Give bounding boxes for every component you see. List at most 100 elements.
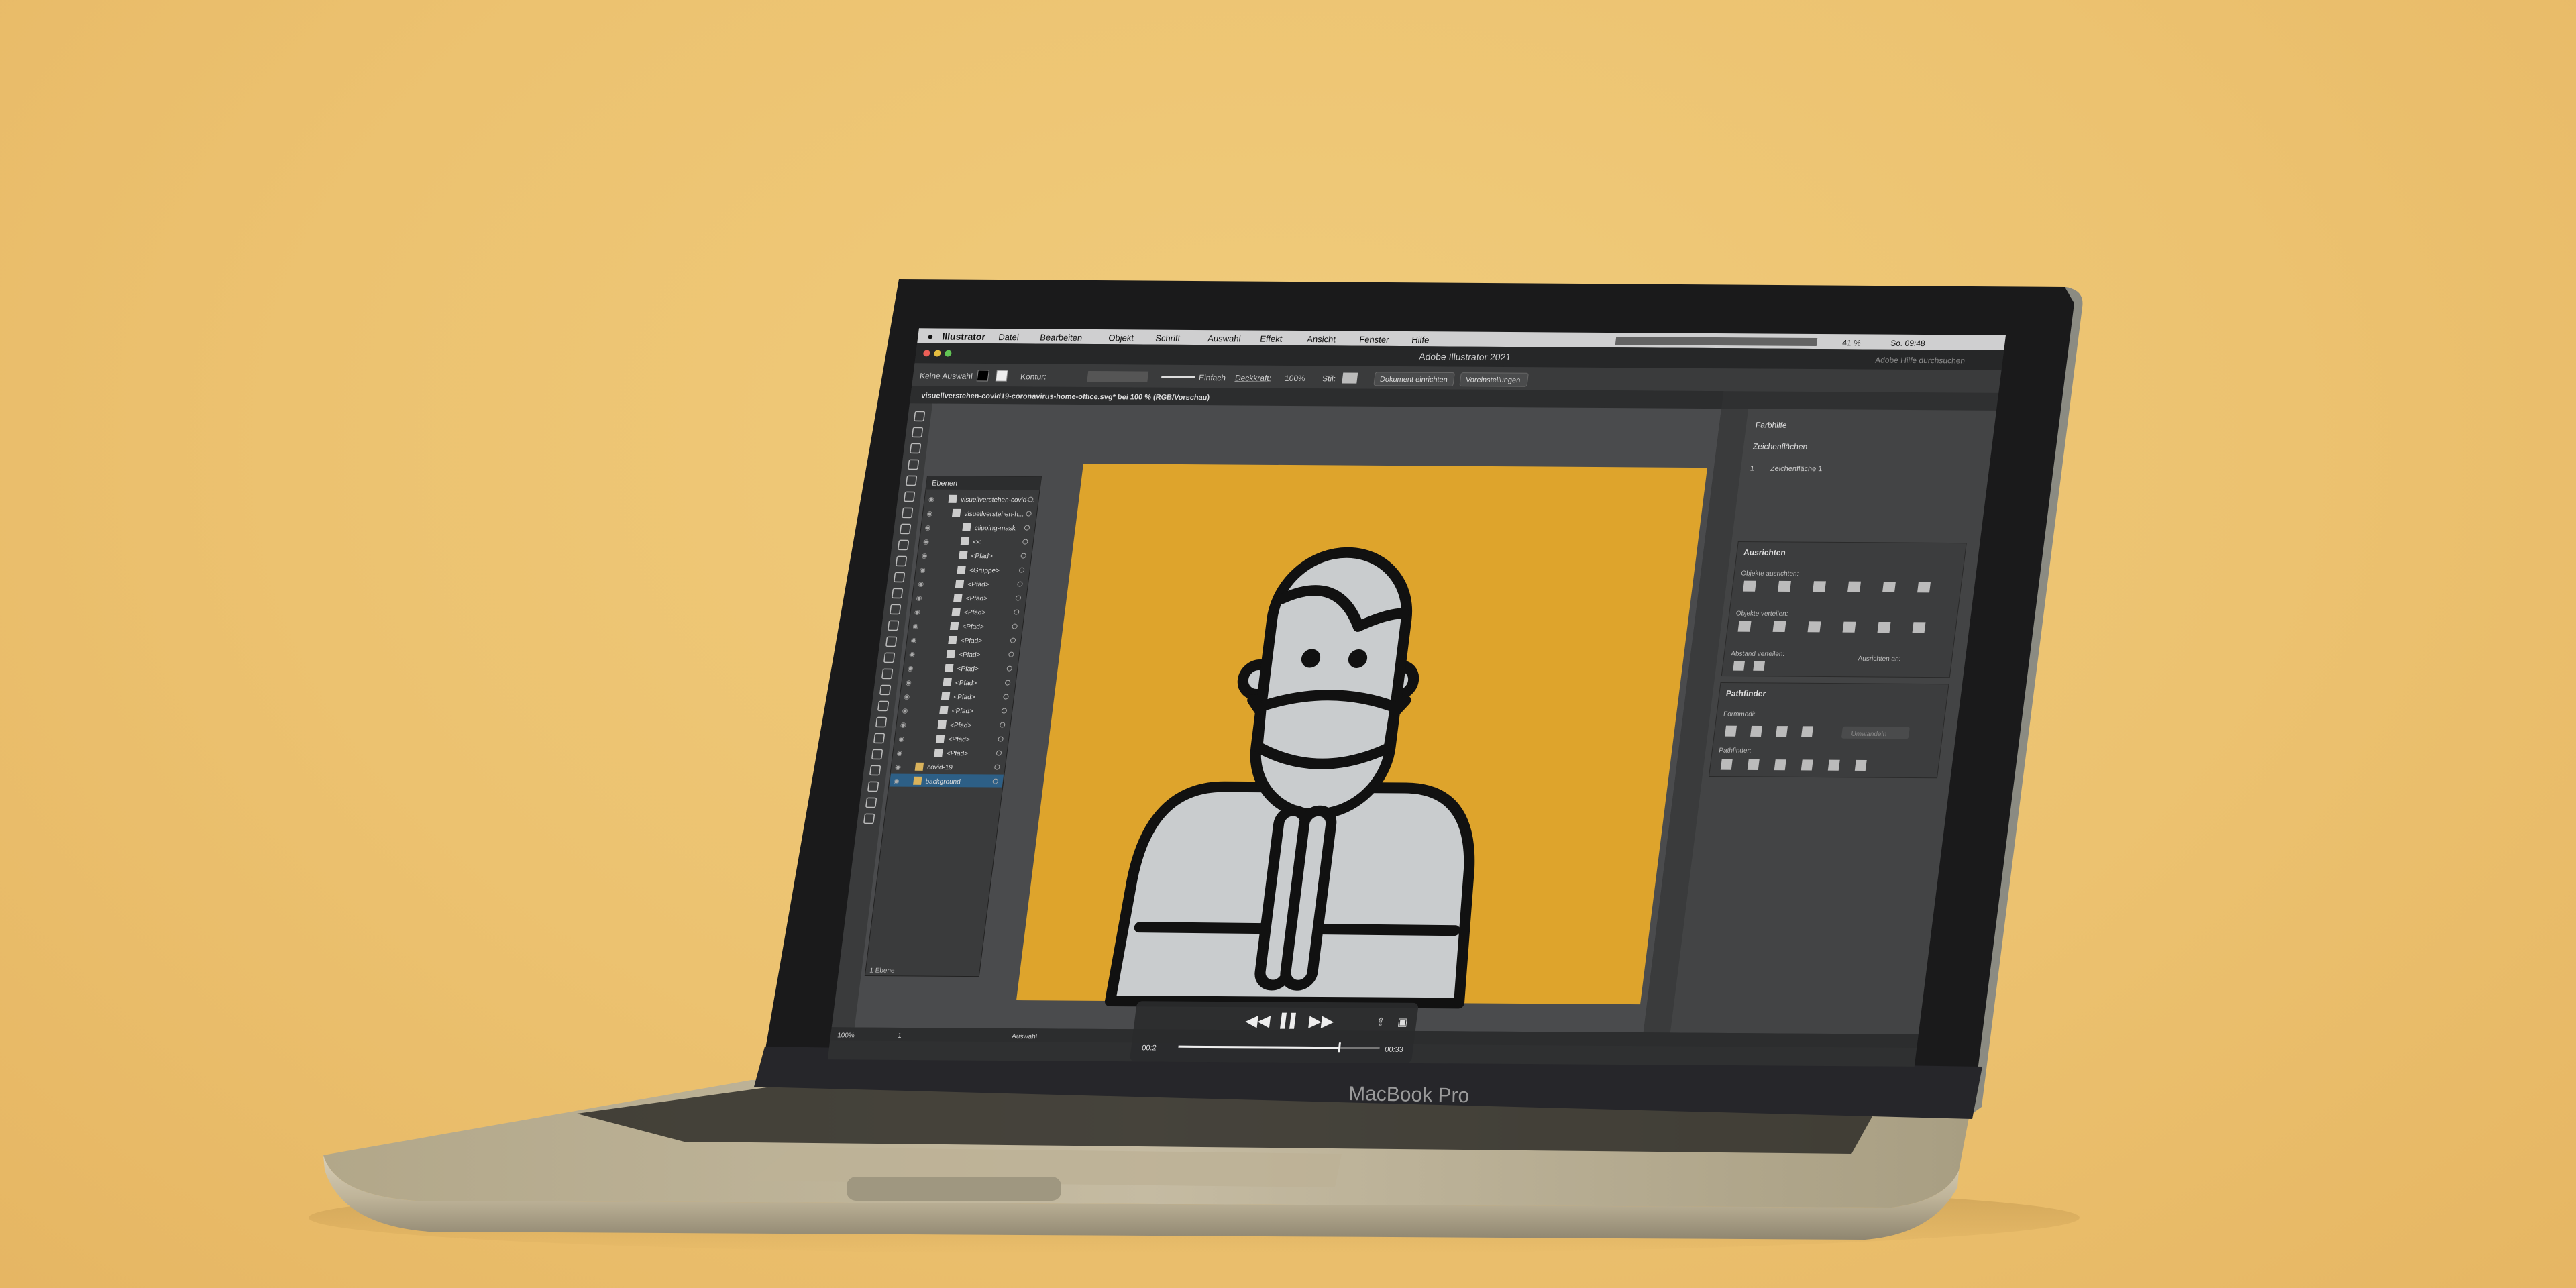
distribute-button-1[interactable]	[1772, 621, 1786, 633]
layer-name: <Pfad>	[953, 694, 976, 701]
share-icon[interactable]: ⇪	[1375, 1016, 1386, 1028]
fast-forward-icon[interactable]: ▶▶	[1308, 1012, 1336, 1030]
menu-item-8[interactable]: Hilfe	[1411, 335, 1430, 345]
fill-swatch[interactable]	[976, 370, 989, 382]
visibility-eye-icon[interactable]: ◉	[924, 525, 931, 532]
shape-mode-button-0[interactable]	[1725, 725, 1737, 737]
visibility-eye-icon[interactable]: ◉	[928, 496, 934, 504]
visibility-eye-icon[interactable]: ◉	[896, 750, 903, 757]
visibility-eye-icon[interactable]: ◉	[902, 708, 908, 715]
visibility-eye-icon[interactable]: ◉	[898, 736, 905, 743]
menu-item-5[interactable]: Effekt	[1260, 334, 1283, 344]
stroke-swatch[interactable]	[995, 370, 1008, 382]
visibility-eye-icon[interactable]: ◉	[895, 764, 902, 771]
align-button-3[interactable]	[1847, 581, 1861, 592]
visibility-eye-icon[interactable]: ◉	[919, 567, 926, 574]
visibility-eye-icon[interactable]: ◉	[923, 539, 930, 546]
align-button-2[interactable]	[1813, 581, 1826, 592]
align-to-label: Ausrichten an:	[1858, 655, 1901, 663]
shape-mode-button-2[interactable]	[1776, 726, 1788, 737]
distribute-button-4[interactable]	[1877, 621, 1891, 633]
preferences-label: Voreinstellungen	[1465, 376, 1521, 384]
distribute-button-5[interactable]	[1912, 622, 1926, 633]
visibility-eye-icon[interactable]: ◉	[910, 637, 917, 645]
visibility-eye-icon[interactable]: ◉	[918, 581, 924, 588]
video-time-current: 00:2	[1142, 1044, 1157, 1052]
menu-item-2[interactable]: Objekt	[1108, 333, 1135, 343]
tab-artboards[interactable]: Zeichenflächen	[1752, 442, 1808, 451]
visibility-eye-icon[interactable]: ◉	[926, 511, 933, 518]
shape-mode-button-3[interactable]	[1801, 726, 1813, 737]
layer-thumbnail	[953, 593, 963, 602]
opacity-label[interactable]: Deckkraft:	[1234, 373, 1272, 382]
front-notch	[847, 1177, 1061, 1201]
rewind-icon[interactable]: ◀◀	[1244, 1012, 1272, 1030]
visibility-eye-icon[interactable]: ◉	[907, 665, 914, 673]
layer-row[interactable]: ◉ background	[889, 773, 1004, 788]
menu-item-7[interactable]: Fenster	[1359, 335, 1391, 345]
visibility-eye-icon[interactable]: ◉	[904, 694, 910, 701]
layer-name: <Pfad>	[957, 665, 979, 673]
visibility-eye-icon[interactable]: ◉	[916, 595, 922, 602]
pathfinder-button-0[interactable]	[1720, 759, 1733, 770]
visibility-eye-icon[interactable]: ◉	[900, 722, 906, 729]
menu-item-4[interactable]: Auswahl	[1208, 333, 1242, 343]
visibility-eye-icon[interactable]: ◉	[912, 623, 919, 631]
video-time-total: 00:33	[1385, 1046, 1404, 1054]
visibility-eye-icon[interactable]: ◉	[914, 609, 920, 616]
pathfinder-button-2[interactable]	[1774, 759, 1786, 771]
distribute-button-2[interactable]	[1807, 621, 1821, 633]
pip-icon[interactable]: ▣	[1397, 1016, 1408, 1028]
zoom-field[interactable]: 100%	[837, 1032, 855, 1039]
menu-item-1[interactable]: Bearbeiten	[1040, 333, 1083, 343]
help-search-input[interactable]: Adobe Hilfe durchsuchen	[1874, 356, 1966, 366]
distribute-button-0[interactable]	[1737, 621, 1752, 632]
window-title: Adobe Illustrator 2021	[1418, 351, 1511, 362]
style-swatch[interactable]	[1342, 372, 1358, 384]
layer-name: <<	[973, 539, 981, 546]
layer-thumbnail	[941, 692, 951, 701]
visibility-eye-icon[interactable]: ◉	[909, 651, 916, 659]
menu-item-6[interactable]: Ansicht	[1307, 334, 1337, 344]
layer-name: <Pfad>	[967, 581, 990, 588]
brush-name[interactable]: Einfach	[1198, 373, 1226, 382]
mask-strap-right	[1391, 695, 1411, 716]
layer-thumbnail	[951, 607, 961, 616]
tab-color-guide[interactable]: Farbhilfe	[1755, 421, 1788, 430]
pathfinder-button-5[interactable]	[1854, 759, 1867, 771]
menu-item-3[interactable]: Schrift	[1155, 333, 1181, 343]
shape-mode-button-1[interactable]	[1750, 725, 1762, 737]
opacity-field[interactable]: 100%	[1284, 374, 1306, 383]
layer-name: <Pfad>	[955, 680, 977, 687]
selection-status: Keine Auswahl	[919, 371, 973, 380]
pathfinder-button-4[interactable]	[1827, 759, 1840, 771]
align-button-4[interactable]	[1882, 581, 1896, 593]
layers-panel-title: Ebenen	[931, 480, 957, 488]
stroke-weight-field[interactable]	[1087, 370, 1149, 382]
layer-name: <Pfad>	[951, 708, 974, 715]
layer-name: visuellverstehen-h...	[964, 511, 1024, 519]
pathfinder-button-1[interactable]	[1747, 759, 1760, 770]
align-button-5[interactable]	[1917, 582, 1931, 593]
align-button-1[interactable]	[1778, 580, 1791, 592]
layer-name: clipping-mask	[974, 525, 1016, 532]
pathfinder-button-3[interactable]	[1801, 759, 1813, 771]
layer-name: background	[925, 778, 961, 786]
visibility-eye-icon[interactable]: ◉	[921, 553, 928, 560]
menubar-app-name[interactable]: Illustrator	[942, 331, 987, 342]
align-button-0[interactable]	[1743, 580, 1756, 592]
menu-item-0[interactable]: Datei	[998, 332, 1020, 342]
spacing-button-0[interactable]	[1733, 661, 1745, 671]
layer-thumbnail	[937, 720, 947, 729]
layer-thumbnail	[960, 537, 970, 546]
visibility-eye-icon[interactable]: ◉	[905, 680, 912, 687]
spacing-button-1[interactable]	[1753, 661, 1765, 671]
artboard-name[interactable]: Zeichenfläche 1	[1770, 465, 1823, 473]
visibility-eye-icon[interactable]: ◉	[893, 778, 900, 786]
layer-thumbnail	[959, 551, 968, 560]
layer-thumbnail	[951, 508, 961, 517]
distribute-button-3[interactable]	[1842, 621, 1856, 633]
layer-thumbnail	[935, 734, 945, 743]
layer-thumbnail	[948, 494, 957, 503]
layer-thumbnail	[949, 621, 959, 631]
